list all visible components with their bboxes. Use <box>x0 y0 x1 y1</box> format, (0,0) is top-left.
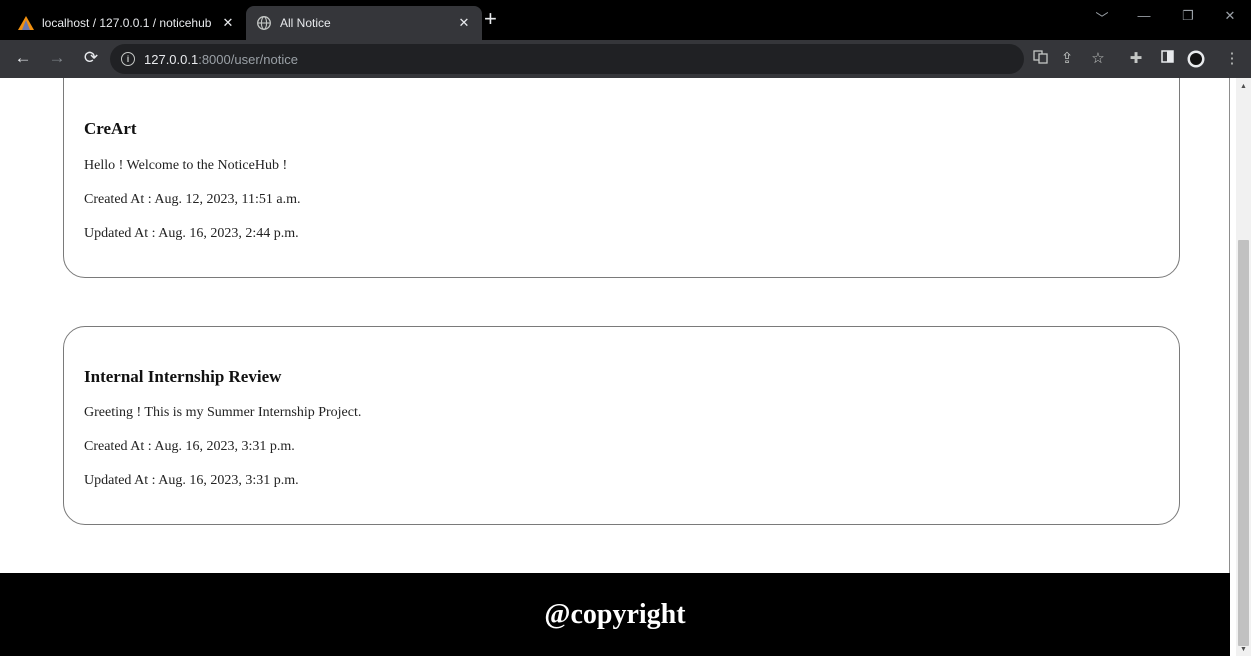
tab-title: All Notice <box>280 16 331 30</box>
close-icon[interactable]: ✕ <box>220 15 236 31</box>
page-footer: @copyright <box>0 573 1230 656</box>
browser-tab-strip: localhost / 127.0.0.1 / noticehub ✕ All … <box>0 0 1251 40</box>
notice-body: Hello ! Welcome to the NoticeHub ! <box>84 158 288 173</box>
site-info-icon[interactable]: i <box>121 52 135 66</box>
notice-title: Internal Internship Review <box>84 367 282 386</box>
globe-icon <box>256 15 272 31</box>
notice-updated-at: Updated At : Aug. 16, 2023, 3:31 p.m. <box>84 473 299 488</box>
notice-created-at: Created At : Aug. 12, 2023, 11:51 a.m. <box>84 192 301 207</box>
notice-created-at: Created At : Aug. 16, 2023, 3:31 p.m. <box>84 439 295 454</box>
tab-title: localhost / 127.0.0.1 / noticehub <box>42 16 212 30</box>
tab-search-icon[interactable]: ﹀ <box>1092 8 1112 27</box>
url-host: 127.0.0.1 <box>144 51 199 67</box>
url-path: :8000/user/notice <box>198 51 298 67</box>
notice-body: Greeting ! This is my Summer Internship … <box>84 405 362 420</box>
phpmyadmin-icon <box>18 15 34 31</box>
footer-copyright: @copyright <box>544 598 686 630</box>
notice-title: CreArt <box>84 119 137 138</box>
page-viewport: CreArt Hello ! Welcome to the NoticeHub … <box>0 78 1236 656</box>
scroll-down-icon[interactable]: ▼ <box>1236 646 1251 653</box>
menu-dots-icon[interactable]: ⋮ <box>1222 50 1242 68</box>
restore-icon[interactable]: ❐ <box>1178 8 1198 24</box>
notice-card: CreArt Hello ! Welcome to the NoticeHub … <box>63 78 1180 278</box>
back-icon[interactable]: ← <box>12 48 34 68</box>
scroll-thumb[interactable] <box>1238 240 1249 646</box>
notice-updated-at: Updated At : Aug. 16, 2023, 2:44 p.m. <box>84 226 299 241</box>
side-panel-icon[interactable] <box>1157 50 1177 68</box>
close-window-icon[interactable]: ✕ <box>1220 8 1240 24</box>
share-icon[interactable]: ⇪ <box>1057 50 1077 68</box>
new-tab-button[interactable]: + <box>484 6 497 32</box>
extensions-icon[interactable]: ✚ <box>1126 50 1146 68</box>
forward-icon[interactable]: → <box>46 48 68 68</box>
translate-icon[interactable] <box>1030 50 1050 69</box>
bookmark-star-icon[interactable]: ☆ <box>1088 50 1108 68</box>
address-bar[interactable]: i 127.0.0.1 :8000/user/notice <box>110 44 1024 74</box>
page-divider <box>1229 78 1230 573</box>
notice-card: Internal Internship Review Greeting ! Th… <box>63 326 1180 525</box>
scroll-up-icon[interactable]: ▲ <box>1236 83 1251 90</box>
vertical-scrollbar[interactable]: ▲ ▼ <box>1236 78 1251 656</box>
reload-icon[interactable]: ⟳ <box>80 48 102 68</box>
minimize-icon[interactable]: — <box>1134 8 1154 23</box>
browser-toolbar: ← → ⟳ i 127.0.0.1 :8000/user/notice ⇪ ☆ … <box>0 40 1251 78</box>
avatar[interactable] <box>1186 50 1206 73</box>
tab-phpmyadmin[interactable]: localhost / 127.0.0.1 / noticehub ✕ <box>8 6 246 40</box>
close-icon[interactable]: ✕ <box>456 15 472 31</box>
tab-all-notice[interactable]: All Notice ✕ <box>246 6 482 40</box>
